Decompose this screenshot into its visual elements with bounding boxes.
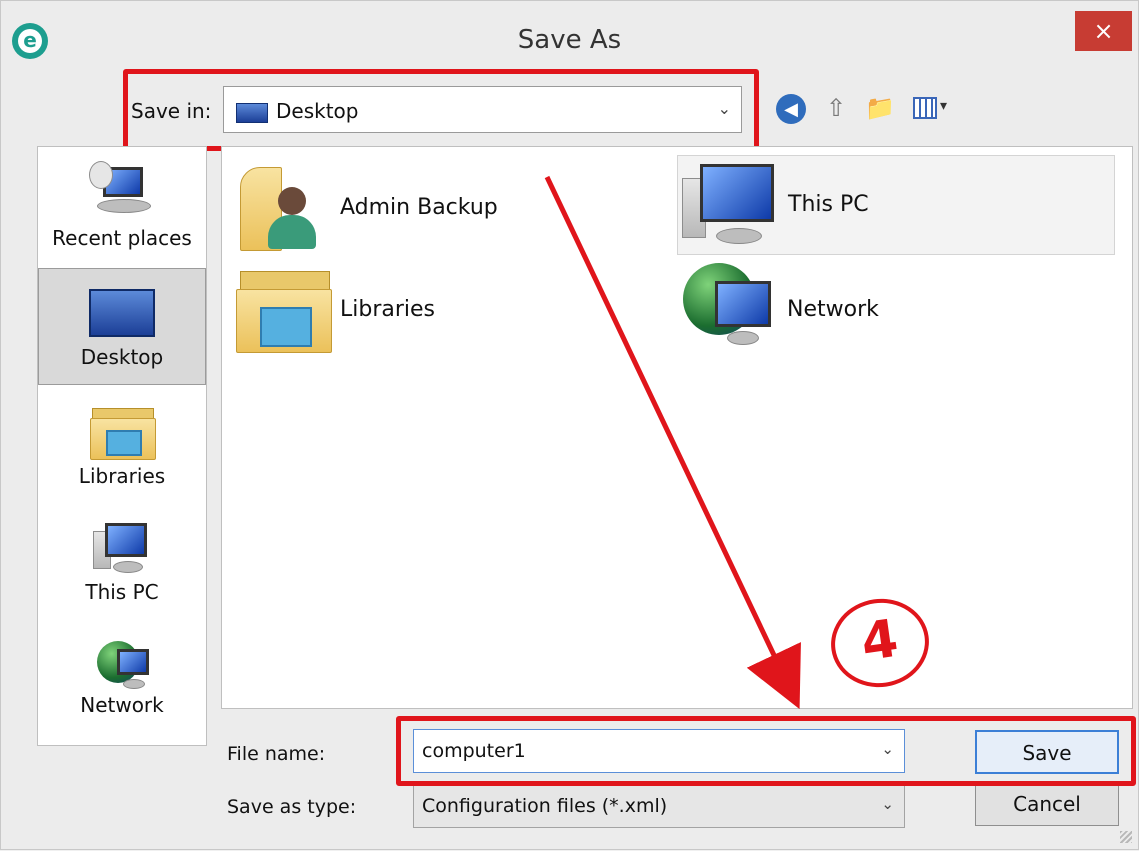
network-icon	[681, 263, 777, 355]
user-folder-icon	[238, 159, 324, 251]
file-item-admin-backup[interactable]: Admin Backup	[234, 155, 654, 251]
window-title: Save As	[517, 25, 622, 55]
place-libraries[interactable]: Libraries	[38, 402, 206, 502]
file-item-this-pc[interactable]: This PC	[677, 155, 1115, 255]
desktop-icon	[89, 289, 155, 337]
resize-grip-icon[interactable]	[1120, 831, 1132, 843]
place-this-pc[interactable]: This PC	[38, 517, 206, 617]
place-desktop[interactable]: Desktop	[38, 268, 206, 385]
save-as-type-dropdown[interactable]: Configuration files (*.xml) ⌄	[413, 784, 905, 828]
save-as-type-label: Save as type:	[227, 796, 357, 818]
file-label: This PC	[788, 192, 869, 217]
place-recent-places[interactable]: Recent places	[38, 157, 206, 267]
places-bar: Recent places Desktop Libraries This PC	[37, 146, 207, 746]
place-label: Libraries	[78, 464, 166, 488]
libraries-icon	[90, 404, 156, 460]
save-as-dialog: e Save As × Save in: Desktop ⌄ ◀ ⇧ 📁 ▾ R…	[0, 0, 1139, 850]
this-pc-icon	[91, 519, 153, 575]
file-list: Admin Backup This PC Libraries Network	[221, 146, 1133, 709]
chevron-down-icon[interactable]: ⌄	[881, 795, 894, 813]
cancel-button[interactable]: Cancel	[975, 782, 1119, 826]
title-bar: e Save As ×	[1, 1, 1138, 79]
file-item-network[interactable]: Network	[677, 259, 1115, 359]
network-icon	[91, 637, 153, 693]
libraries-icon	[236, 263, 332, 355]
new-folder-icon[interactable]: 📁	[865, 94, 895, 124]
annotation-highlight-save-in	[123, 69, 759, 151]
view-grid-icon	[913, 97, 937, 119]
file-label: Network	[787, 297, 879, 322]
up-folder-icon[interactable]: ⇧	[821, 94, 851, 124]
view-menu-icon[interactable]: ▾	[913, 94, 959, 124]
this-pc-icon	[682, 162, 778, 248]
back-icon[interactable]: ◀	[776, 94, 806, 124]
place-label: This PC	[85, 580, 159, 604]
place-label: Recent places	[52, 226, 192, 250]
file-name-label: File name:	[227, 743, 326, 765]
close-button[interactable]: ×	[1075, 11, 1132, 51]
file-item-libraries[interactable]: Libraries	[234, 259, 654, 359]
save-as-type-value: Configuration files (*.xml)	[422, 795, 668, 817]
place-label: Desktop	[80, 345, 164, 369]
file-label: Libraries	[340, 297, 436, 322]
annotation-highlight-file-name	[396, 716, 1136, 786]
file-label: Admin Backup	[340, 195, 498, 220]
dropdown-arrow-icon: ▾	[940, 97, 948, 113]
recent-places-icon	[87, 161, 157, 221]
place-label: Network	[80, 693, 164, 717]
place-network[interactable]: Network	[38, 635, 206, 735]
